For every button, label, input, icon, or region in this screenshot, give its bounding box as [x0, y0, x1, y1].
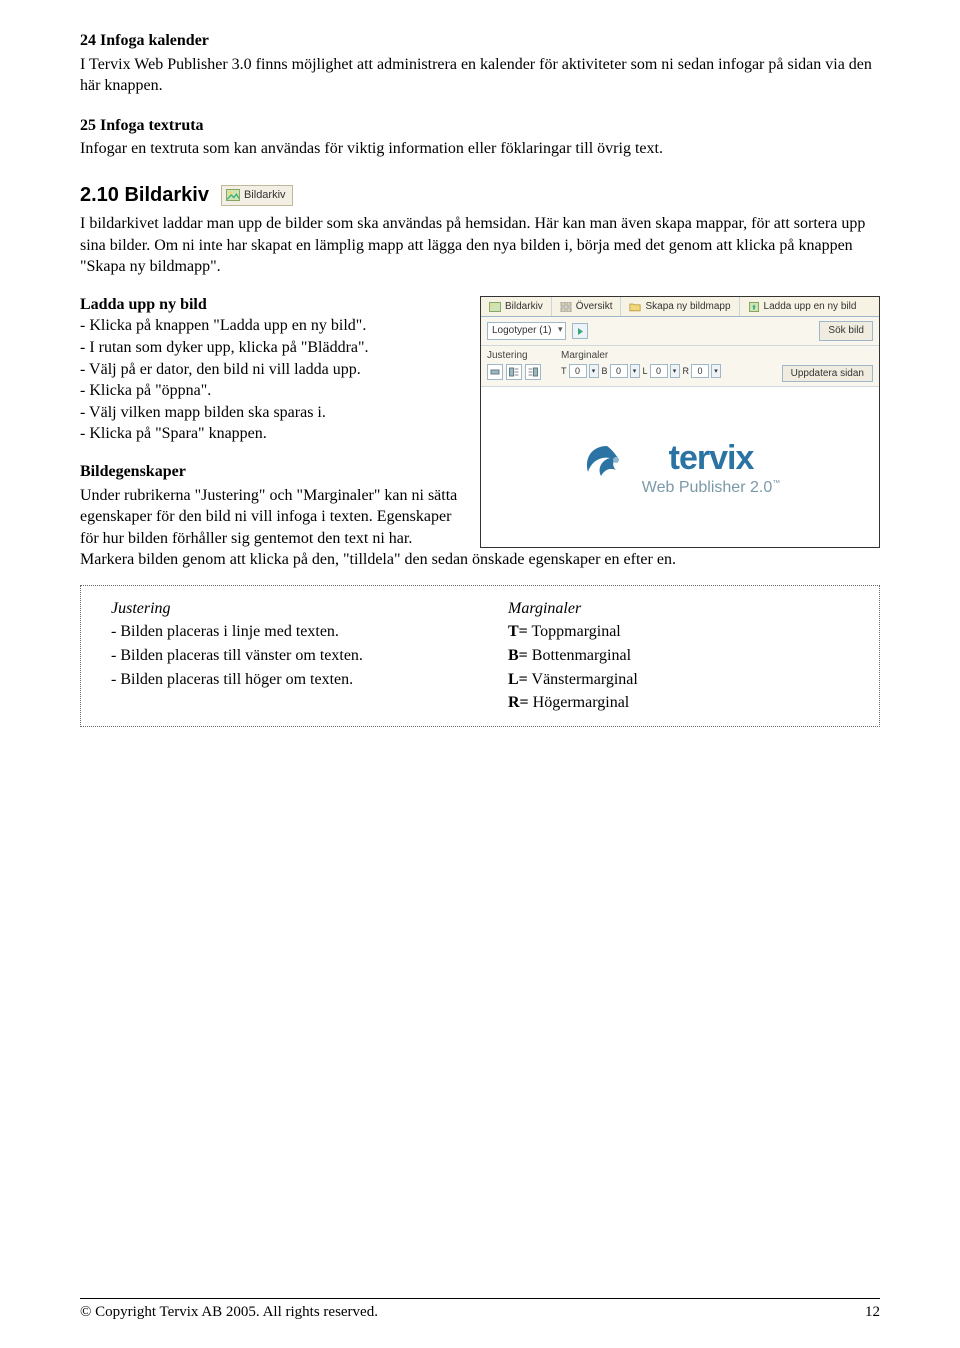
- list-item: B= Bottenmarginal: [508, 645, 865, 667]
- heading-210: 2.10 Bildarkiv: [80, 182, 209, 209]
- justering-group: Justering: [487, 349, 541, 381]
- list-item: - Bilden placeras till vänster om texten…: [111, 645, 468, 667]
- properties-box: Justering - Bilden placeras i linje med …: [80, 585, 880, 727]
- logo-text-1: tervix: [642, 436, 780, 482]
- list-item: R= Högermarginal: [508, 692, 865, 714]
- justering-title: Justering: [111, 598, 468, 620]
- align-right-button[interactable]: [525, 364, 541, 380]
- list-item: - Bilden placeras i linje med texten.: [111, 621, 468, 643]
- body-24: I Tervix Web Publisher 3.0 finns möjligh…: [80, 54, 880, 97]
- spinner-icon[interactable]: ▾: [670, 364, 680, 378]
- page-footer: © Copyright Tervix AB 2005. All rights r…: [80, 1298, 880, 1322]
- page-number: 12: [865, 1302, 880, 1322]
- margin-label: B: [602, 365, 608, 377]
- heading-24: 24 Infoga kalender: [80, 30, 880, 52]
- tervix-logo-icon: [580, 440, 634, 494]
- tab-ladda-upp[interactable]: Ladda upp en ny bild: [740, 297, 865, 317]
- image-icon: [489, 302, 501, 312]
- body-210: I bildarkivet laddar man upp de bilder s…: [80, 213, 880, 278]
- grid-icon: [560, 302, 572, 312]
- upload-icon: [748, 302, 760, 312]
- margin-label: T: [561, 365, 567, 377]
- spinner-icon[interactable]: ▾: [630, 364, 640, 378]
- marginaler-group: Marginaler T0▾ B0▾ L0▾ R0▾: [561, 349, 721, 381]
- folder-icon: [629, 302, 641, 312]
- list-item: L= Vänstermarginal: [508, 669, 865, 691]
- bildarkiv-panel: Bildarkiv Översikt Skapa ny bildmapp Lad…: [480, 296, 880, 549]
- tab-bildarkiv[interactable]: Bildarkiv: [481, 297, 552, 317]
- margin-t[interactable]: T0▾: [561, 364, 599, 378]
- tab-skapa-mapp[interactable]: Skapa ny bildmapp: [621, 297, 739, 317]
- tab-label: Översikt: [576, 300, 613, 314]
- align-left-icon: [509, 367, 519, 377]
- align-inline-button[interactable]: [487, 364, 503, 380]
- spinner-icon[interactable]: ▾: [589, 364, 599, 378]
- align-left-button[interactable]: [506, 364, 522, 380]
- list-item: - Bilden placeras till höger om texten.: [111, 669, 468, 691]
- margin-l[interactable]: L0▾: [643, 364, 680, 378]
- preview-image: tervix Web Publisher 2.0™: [481, 387, 879, 547]
- margin-value: 0: [650, 364, 668, 378]
- logo-text-2: Web Publisher 2.0™: [642, 477, 780, 499]
- margin-b[interactable]: B0▾: [602, 364, 640, 378]
- tab-label: Skapa ny bildmapp: [645, 300, 730, 314]
- tab-label: Ladda upp en ny bild: [764, 300, 857, 314]
- spinner-icon[interactable]: ▾: [711, 364, 721, 378]
- heading-25: 25 Infoga textruta: [80, 115, 880, 137]
- margin-label: R: [683, 365, 690, 377]
- align-inline-icon: [490, 367, 500, 377]
- marginaler-column: Marginaler T= Toppmarginal B= Bottenmarg…: [508, 596, 865, 714]
- image-icon: [226, 189, 240, 201]
- marginaler-label: Marginaler: [561, 349, 721, 363]
- justering-label: Justering: [487, 349, 541, 363]
- tab-label: Bildarkiv: [505, 300, 543, 314]
- panel-toolbar: Bildarkiv Översikt Skapa ny bildmapp Lad…: [481, 297, 879, 318]
- justering-column: Justering - Bilden placeras i linje med …: [111, 596, 468, 714]
- arrow-right-icon: [576, 327, 585, 336]
- bildarkiv-button[interactable]: Bildarkiv: [221, 185, 293, 206]
- margin-value: 0: [691, 364, 709, 378]
- list-item: T= Toppmarginal: [508, 621, 865, 643]
- bildarkiv-button-label: Bildarkiv: [244, 188, 286, 203]
- tab-oversikt[interactable]: Översikt: [552, 297, 622, 317]
- body-25: Infogar en textruta som kan användas för…: [80, 138, 880, 160]
- marginaler-title: Marginaler: [508, 598, 865, 620]
- align-right-icon: [528, 367, 538, 377]
- margin-value: 0: [610, 364, 628, 378]
- copyright-text: © Copyright Tervix AB 2005. All rights r…: [80, 1302, 378, 1322]
- search-image-button[interactable]: Sök bild: [819, 321, 873, 341]
- go-button[interactable]: [572, 323, 588, 339]
- folder-select[interactable]: Logotyper (1): [487, 322, 566, 340]
- update-page-button[interactable]: Uppdatera sidan: [782, 365, 873, 382]
- margin-r[interactable]: R0▾: [683, 364, 722, 378]
- margin-value: 0: [569, 364, 587, 378]
- margin-label: L: [643, 365, 648, 377]
